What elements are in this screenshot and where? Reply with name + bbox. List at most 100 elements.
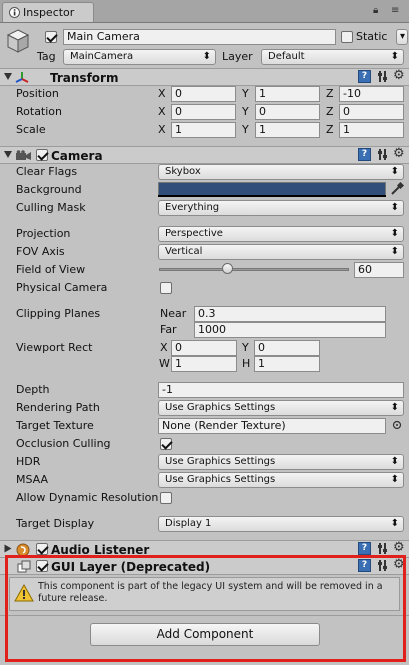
gear-icon[interactable]: ⚙ — [393, 540, 405, 555]
viewport-rect-label: Viewport Rect — [16, 341, 93, 354]
rotation-z-field[interactable]: 0 — [339, 104, 404, 120]
gameobject-active-checkbox[interactable] — [45, 31, 57, 43]
help-book-icon[interactable]: ? — [358, 148, 371, 161]
viewport-w-field[interactable]: 1 — [171, 356, 237, 372]
rendering-path-dropdown[interactable]: Use Graphics Settings ⬍ — [158, 400, 404, 416]
preset-sliders-icon[interactable] — [376, 70, 389, 83]
tag-dropdown[interactable]: MainCamera ⬍ — [63, 49, 216, 65]
axis-y-label: Y — [242, 87, 249, 100]
rotation-label: Rotation — [16, 105, 63, 118]
occlusion-culling-checkbox[interactable] — [160, 438, 172, 450]
camera-header-icons: ? ⚙ — [358, 146, 406, 162]
preset-sliders-icon[interactable] — [376, 148, 389, 161]
clipping-planes-label: Clipping Planes — [16, 307, 101, 320]
vp-w-label: W — [159, 357, 170, 370]
vp-x-label: X — [160, 341, 168, 354]
target-display-value: Display 1 — [165, 518, 212, 529]
dynamic-resolution-label: Allow Dynamic Resolution — [16, 491, 159, 504]
occlusion-culling-label: Occlusion Culling — [16, 437, 111, 450]
foldout-arrow-icon[interactable] — [4, 151, 12, 158]
viewport-y-field[interactable]: 0 — [254, 340, 320, 356]
camera-header[interactable]: Camera ? ⚙ — [0, 146, 409, 164]
viewport-h-field[interactable]: 1 — [254, 356, 320, 372]
fov-slider-thumb[interactable] — [222, 263, 234, 274]
axis-z-label: Z — [326, 123, 334, 136]
transform-header-icons: ? ⚙ — [358, 68, 406, 84]
msaa-label: MSAA — [16, 473, 49, 486]
gameobject-name-field[interactable]: Main Camera — [63, 29, 336, 45]
camera-icon — [16, 150, 31, 160]
transform-axes-icon — [15, 72, 29, 83]
far-field[interactable]: 1000 — [194, 322, 386, 338]
lock-icon[interactable]: 🔒︎ — [373, 5, 378, 16]
scale-y-field[interactable]: 1 — [255, 122, 320, 138]
help-book-icon[interactable]: ? — [358, 70, 371, 83]
near-field[interactable]: 0.3 — [194, 306, 386, 322]
position-z-field[interactable]: -10 — [339, 86, 404, 102]
foldout-arrow-icon[interactable] — [4, 73, 12, 80]
hdr-label: HDR — [16, 455, 41, 468]
near-label: Near — [160, 307, 187, 320]
gear-icon[interactable]: ⚙ — [393, 146, 405, 161]
fov-axis-value: Vertical — [165, 246, 203, 257]
static-dropdown[interactable]: ▾ — [396, 29, 408, 45]
gameobject-cube-icon — [6, 29, 30, 53]
layer-dropdown[interactable]: Default ⬍ — [261, 49, 404, 65]
position-label: Position — [16, 87, 59, 100]
vp-h-label: H — [242, 357, 251, 370]
hdr-dropdown[interactable]: Use Graphics Settings ⬍ — [158, 454, 404, 470]
axis-y-label: Y — [242, 105, 249, 118]
color-alpha-bar — [158, 195, 386, 197]
axis-y-label: Y — [242, 123, 249, 136]
eyedropper-icon[interactable] — [390, 182, 404, 196]
camera-enabled-checkbox[interactable] — [36, 149, 48, 161]
tab-inspector[interactable]: Inspector — [2, 2, 94, 22]
scale-z-field[interactable]: 1 — [339, 122, 404, 138]
depth-field[interactable]: -1 — [158, 382, 404, 398]
tab-bar: Inspector 🔒︎ ≡ — [0, 0, 409, 23]
clear-flags-label: Clear Flags — [16, 165, 78, 178]
scale-x-field[interactable]: 1 — [171, 122, 236, 138]
clear-flags-value: Skybox — [165, 166, 201, 177]
viewport-x-field[interactable]: 0 — [171, 340, 237, 356]
layer-label: Layer — [222, 50, 253, 63]
camera-title: Camera — [51, 149, 103, 163]
target-texture-label: Target Texture — [16, 419, 94, 432]
projection-label: Projection — [16, 227, 71, 240]
target-texture-field[interactable]: None (Render Texture) — [158, 418, 386, 434]
dynamic-resolution-checkbox[interactable] — [160, 492, 172, 504]
kebab-menu-icon[interactable]: ≡ — [391, 5, 399, 16]
rotation-x-field[interactable]: 0 — [171, 104, 236, 120]
tab-label: Inspector — [23, 6, 75, 19]
target-display-dropdown[interactable]: Display 1 ⬍ — [158, 516, 404, 532]
audio-listener-enabled-checkbox[interactable] — [36, 543, 48, 555]
transform-header[interactable]: Transform ? ⚙ — [0, 68, 409, 86]
projection-dropdown[interactable]: Perspective ⬍ — [158, 226, 404, 242]
axis-z-label: Z — [326, 105, 334, 118]
position-x-field[interactable]: 0 — [171, 86, 236, 102]
scale-label: Scale — [16, 123, 46, 136]
foldout-arrow-icon[interactable] — [4, 544, 12, 553]
highlight-box — [5, 555, 406, 662]
inspector-window: Inspector 🔒︎ ≡ Main Camera Static ▾ Tag … — [0, 0, 409, 665]
fov-axis-label: FOV Axis — [16, 245, 65, 258]
rotation-y-field[interactable]: 0 — [255, 104, 320, 120]
inspector-info-icon — [9, 7, 20, 18]
object-picker-icon[interactable] — [392, 420, 402, 430]
msaa-dropdown[interactable]: Use Graphics Settings ⬍ — [158, 472, 404, 488]
help-book-icon[interactable]: ? — [358, 542, 371, 555]
rendering-path-label: Rendering Path — [16, 401, 100, 414]
culling-mask-dropdown[interactable]: Everything ⬍ — [158, 200, 404, 216]
static-checkbox[interactable] — [341, 31, 353, 43]
fov-value-field[interactable]: 60 — [354, 262, 404, 278]
clear-flags-dropdown[interactable]: Skybox ⬍ — [158, 164, 404, 180]
preset-sliders-icon[interactable] — [376, 542, 389, 555]
fov-slider-track[interactable] — [159, 268, 349, 271]
culling-mask-label: Culling Mask — [16, 201, 86, 214]
culling-mask-value: Everything — [165, 202, 220, 213]
fov-axis-dropdown[interactable]: Vertical ⬍ — [158, 244, 404, 260]
fov-label: Field of View — [16, 263, 86, 276]
position-y-field[interactable]: 1 — [255, 86, 320, 102]
gear-icon[interactable]: ⚙ — [393, 68, 405, 83]
physical-camera-checkbox[interactable] — [160, 282, 172, 294]
